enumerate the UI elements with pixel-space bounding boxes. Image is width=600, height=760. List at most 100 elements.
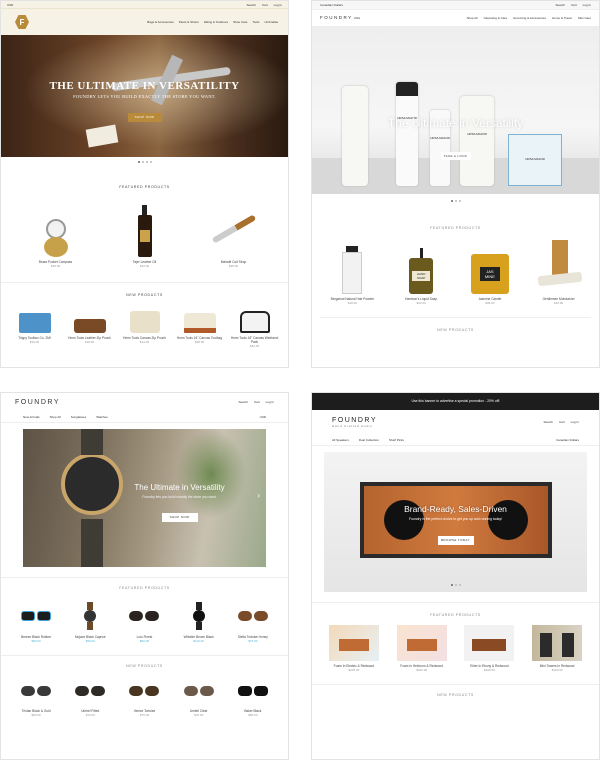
product-card[interactable]: Hmm Tools 16" Canvas Toolbag $38.00 <box>174 307 226 348</box>
featured-products: Brass Pocket Compass $48.00 Tajer Leathe… <box>1 201 288 268</box>
nav-item[interactable]: Umbrellas <box>264 20 278 24</box>
search-link[interactable]: Search <box>238 400 248 404</box>
nav-item[interactable]: Sunglasses <box>71 415 87 419</box>
cart-link[interactable]: Cart <box>559 420 565 424</box>
nav-item[interactable]: Tools <box>252 20 259 24</box>
product-card[interactable]: Mini Towers In Redwood $160.00 <box>527 625 587 672</box>
logo-badge[interactable]: F <box>15 15 29 29</box>
product-price: $80.00 <box>31 713 41 717</box>
currency-selector[interactable]: USD <box>260 415 266 419</box>
product-card[interactable]: Brass Pocket Compass $48.00 <box>21 201 91 268</box>
oil-bottle-image <box>137 201 152 257</box>
product-card[interactable]: Baker Black $85.00 <box>228 676 278 717</box>
product-price: $110.00 <box>193 639 204 643</box>
speaker-product-image <box>396 625 447 661</box>
product-card[interactable]: Hmm Tools Canvas Zip Pouch $14.00 <box>119 307 171 348</box>
product-card[interactable]: Lulu Finest $60.00 <box>119 600 169 643</box>
product-card[interactable]: Mahatit Colt Strop $28.00 <box>199 201 269 268</box>
nav-item[interactable]: Pants & Shorts <box>179 20 199 24</box>
store-logo[interactable]: FOUNDRY <box>15 399 60 406</box>
slideshow-dots[interactable] <box>324 584 587 586</box>
next-slide-arrow-icon[interactable]: › <box>257 491 260 500</box>
product-card[interactable]: Whistler Brown Black $110.00 <box>174 600 224 643</box>
hero-slideshow: Brand-Ready, Sales-Driven Foundry is the… <box>324 452 587 592</box>
new-products-title: NEW PRODUCTS <box>437 328 474 332</box>
cart-link[interactable]: Cart <box>571 3 577 7</box>
panel-skincare-store: Canadian Dollars Search Cart Log In FOUN… <box>311 0 600 368</box>
nav-item[interactable]: Home & Travel <box>552 16 572 20</box>
search-link[interactable]: Search <box>543 420 553 424</box>
nav-item[interactable]: New Arrivals <box>23 415 40 419</box>
shop-now-button[interactable]: SHOP NOW <box>161 513 198 522</box>
product-card[interactable]: HAND SOAP Harrison's Liquid Soap $24.00 <box>390 240 452 305</box>
nav-item[interactable]: Skin Care <box>578 16 591 20</box>
product-price: $42.00 <box>249 344 260 348</box>
currency-selector[interactable]: Canadian Dollars <box>556 438 579 442</box>
product-card[interactable]: Elder In Ebony & Redwood $199.00 <box>459 625 519 672</box>
product-card[interactable]: Tristan Black & Gold $80.00 <box>11 676 61 717</box>
cart-link[interactable]: Cart <box>254 400 260 404</box>
store-logo[interactable]: FOUNDRY USA <box>320 15 360 21</box>
promo-banner[interactable]: Use this banner to advertise a special p… <box>312 393 599 410</box>
product-card[interactable]: Tajer Leather Oil $12.00 <box>110 201 180 268</box>
product-card[interactable]: Breeze Black Rubber $80.00 <box>11 600 61 643</box>
product-card[interactable]: Venice Tortoise $75.00 <box>119 676 169 717</box>
login-link[interactable]: Log In <box>274 3 282 7</box>
product-price: $85.00 <box>248 713 258 717</box>
product-card[interactable]: Bergamot Natural Hair Powder $18.00 <box>321 240 383 305</box>
currency-label[interactable]: USD <box>7 3 13 7</box>
canvas-pouch-image <box>129 311 160 333</box>
candle-image: JAS MINE <box>470 240 509 294</box>
browse-today-button[interactable]: BROWSE TODAY <box>437 536 474 545</box>
product-card[interactable]: Trippy Toolbox Co. 2MI $22.00 <box>9 307 61 348</box>
store-logo[interactable]: FOUNDRY Hand Crafted Audio <box>332 417 377 428</box>
nav-item[interactable]: Cleansing & Care <box>484 16 508 20</box>
nav-item[interactable]: Bags & Accessories <box>147 20 174 24</box>
product-card[interactable]: Hmm Tools 18" Canvas Weekend Pack $42.00 <box>229 307 281 348</box>
hero-slideshow: URSA MAJOR URSA MAJOR URSA MAJOR URSA MA… <box>312 26 599 194</box>
product-card[interactable]: Mojave Black Caprice $90.00 <box>65 600 115 643</box>
header: F Bags & Accessories Pants & Shorts Hiki… <box>1 9 288 35</box>
nav-item[interactable]: Watches <box>96 415 108 419</box>
login-link[interactable]: Log In <box>266 400 274 404</box>
bottle-label: HAND SOAP <box>412 271 431 281</box>
shop-now-button[interactable]: SHOP NOW <box>127 113 162 122</box>
search-link[interactable]: Search <box>246 3 256 7</box>
weekend-pack-image <box>239 311 270 333</box>
sunglasses-image <box>21 676 52 706</box>
speaker-product-image <box>464 625 515 661</box>
login-link[interactable]: Log In <box>571 420 579 424</box>
product-card[interactable]: Umbel Clear $70.00 <box>174 676 224 717</box>
nav-item[interactable]: Shop All <box>50 415 61 419</box>
product-card[interactable]: Gentlemen Moisturizer $16.00 <box>528 240 590 305</box>
nav-item[interactable]: Dual Collection <box>359 438 379 442</box>
login-link[interactable]: Log In <box>583 3 591 7</box>
cart-link[interactable]: Cart <box>262 3 268 7</box>
product-price: $80.00 <box>31 639 41 643</box>
logo-sub: USA <box>353 16 360 20</box>
nav-item[interactable]: All Speakers <box>332 438 349 442</box>
divider <box>1 577 288 578</box>
nav-item[interactable]: Grooming & Accessories <box>513 16 546 20</box>
slideshow-dots[interactable] <box>312 200 599 202</box>
logo-letter: F <box>19 17 25 27</box>
search-link[interactable]: Search <box>555 3 565 7</box>
product-price: $38.00 <box>194 340 205 344</box>
sunglasses-image <box>237 676 268 706</box>
product-card[interactable]: Foam In Electric & Redwood $235.00 <box>324 625 384 672</box>
product-card[interactable]: Stella Tortoise Honey $75.00 <box>228 600 278 643</box>
product-card[interactable]: JAS MINE Jasmine Candle $36.00 <box>459 240 521 305</box>
take-a-look-button[interactable]: TAKE A LOOK <box>440 152 471 160</box>
blue-toolbox-image <box>18 313 51 333</box>
nav-item[interactable]: Shoe Care <box>233 20 247 24</box>
product-card[interactable]: Umbel Fitted $70.00 <box>65 676 115 717</box>
nav-item[interactable]: Shop All <box>467 16 478 20</box>
sunglasses-image <box>21 600 52 632</box>
product-card[interactable]: Foam In Heirloom & Redwood $220.00 <box>392 625 452 672</box>
currency-selector[interactable]: Canadian Dollars <box>320 3 343 7</box>
nav-item[interactable]: Hiking & Outdoors <box>204 20 228 24</box>
slideshow-dots[interactable] <box>1 161 288 163</box>
nav-item[interactable]: Shelf Picks <box>389 438 404 442</box>
product-tube-image: URSA MAJOR <box>460 96 494 186</box>
product-card[interactable]: Hmm Tools Leather Zip Pouch $18.00 <box>64 307 116 348</box>
